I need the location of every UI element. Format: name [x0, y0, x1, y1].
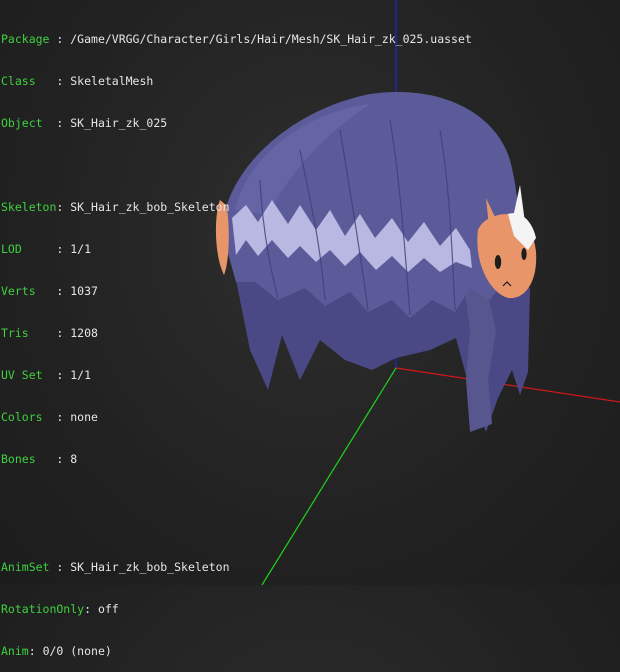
info-row-rotationonly: RotationOnly: off	[1, 602, 119, 616]
info-row-object: Object : SK_Hair_zk_025	[1, 116, 168, 130]
info-row-bones: Bones : 8	[1, 452, 78, 466]
info-row-skeleton: Skeleton: SK_Hair_zk_bob_Skeleton	[1, 200, 230, 214]
info-gap	[1, 158, 472, 172]
info-row-class: Class : SkeletalMesh	[1, 74, 154, 88]
info-row-lod: LOD : 1/1	[1, 242, 92, 256]
info-row-colors: Colors : none	[1, 410, 98, 424]
info-row-uvset: UV Set : 1/1	[1, 368, 92, 382]
info-row-package: Package : /Game/VRGG/Character/Girls/Hai…	[1, 32, 472, 46]
anim-info-panel: AnimSet : SK_Hair_zk_bob_Skeleton Rotati…	[1, 532, 230, 672]
info-row-animset: AnimSet : SK_Hair_zk_bob_Skeleton	[1, 560, 230, 574]
info-row-verts: Verts : 1037	[1, 284, 98, 298]
mesh-info-panel: Package : /Game/VRGG/Character/Girls/Hai…	[1, 4, 472, 480]
info-row-tris: Tris : 1208	[1, 326, 98, 340]
info-row-anim: Anim: 0/0 (none)	[1, 644, 112, 658]
